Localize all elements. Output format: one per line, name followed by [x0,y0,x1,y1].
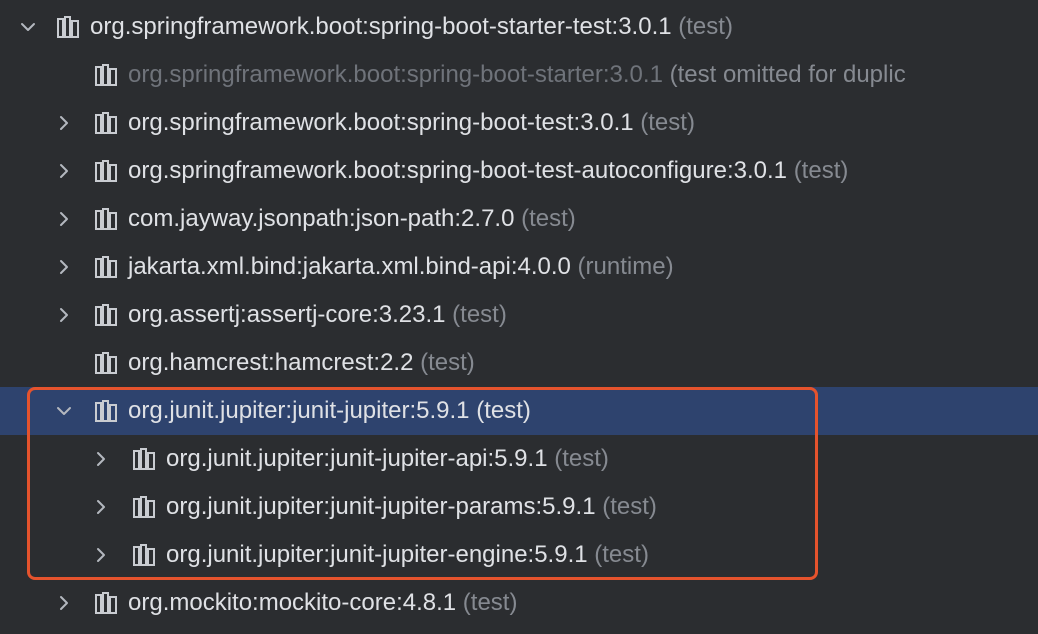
library-icon [94,111,120,135]
dependency-scope: (runtime) [577,253,674,280]
dependency-name: com.jayway.jsonpath:json-path:2.7.0 [128,205,515,232]
dependency-tree: org.springframework.boot:spring-boot-sta… [0,0,1038,634]
chevron-right-icon[interactable] [54,257,74,277]
library-icon [132,495,158,519]
dependency-name: org.assertj:assertj-core:3.23.1 [128,301,446,328]
library-icon [94,63,120,87]
tree-row-junit-jupiter[interactable]: org.junit.jupiter:junit-jupiter:5.9.1 (t… [0,387,1038,435]
tree-row-mockito-core[interactable]: org.mockito:mockito-core:4.8.1 (test) [0,579,1038,627]
tree-row-junit-jupiter-api[interactable]: org.junit.jupiter:junit-jupiter-api:5.9.… [0,435,1038,483]
tree-row-spring-boot-test[interactable]: org.springframework.boot:spring-boot-tes… [0,99,1038,147]
dependency-name: org.springframework.boot:spring-boot-tes… [128,109,634,136]
chevron-down-icon[interactable] [18,17,38,37]
dependency-name: org.junit.jupiter:junit-jupiter-params:5… [166,493,596,520]
tree-row-json-path[interactable]: com.jayway.jsonpath:json-path:2.7.0 (tes… [0,195,1038,243]
dependency-scope: (test) [678,13,733,40]
dependency-scope: (test) [793,157,849,184]
dependency-name: org.junit.jupiter:junit-jupiter-api:5.9.… [166,445,548,472]
dependency-name: org.junit.jupiter:junit-jupiter-engine:5… [166,541,588,568]
chevron-right-icon[interactable] [91,449,111,469]
dependency-name: org.junit.jupiter:junit-jupiter:5.9.1 [128,397,470,424]
library-icon [94,207,120,231]
tree-row-spring-boot-test-autoconfigure[interactable]: org.springframework.boot:spring-boot-tes… [0,147,1038,195]
library-icon [94,255,120,279]
chevron-right-icon[interactable] [54,161,74,181]
dependency-name: jakarta.xml.bind:jakarta.xml.bind-api:4.… [128,253,571,280]
dependency-scope: (test) [476,397,531,424]
tree-row-spring-boot-starter-test[interactable]: org.springframework.boot:spring-boot-sta… [0,3,1038,51]
tree-row-junit-jupiter-engine[interactable]: org.junit.jupiter:junit-jupiter-engine:5… [0,531,1038,579]
dependency-name: org.springframework.boot:spring-boot-sta… [90,13,672,40]
dependency-scope: (test omitted for duplic [669,61,906,88]
library-icon [94,399,120,423]
tree-row-spring-boot-starter[interactable]: org.springframework.boot:spring-boot-sta… [0,51,1038,99]
dependency-scope: (test) [420,349,475,376]
dependency-scope: (test) [521,205,576,232]
dependency-scope: (test) [554,445,609,472]
tree-row-junit-jupiter-params[interactable]: org.junit.jupiter:junit-jupiter-params:5… [0,483,1038,531]
library-icon [132,447,158,471]
dependency-scope: (test) [452,301,507,328]
chevron-down-icon[interactable] [54,401,74,421]
chevron-right-icon[interactable] [54,593,74,613]
dependency-name: org.springframework.boot:spring-boot-sta… [128,61,663,88]
chevron-right-icon[interactable] [54,113,74,133]
dependency-scope: (test) [594,541,649,568]
dependency-name: org.mockito:mockito-core:4.8.1 [128,589,457,616]
library-icon [94,591,120,615]
library-icon [94,351,120,375]
chevron-right-icon[interactable] [54,209,74,229]
dependency-scope: (test) [462,589,518,616]
library-icon [132,543,158,567]
chevron-right-icon[interactable] [91,497,111,517]
library-icon [94,303,120,327]
dependency-scope: (test) [602,493,657,520]
chevron-right-icon[interactable] [54,305,74,325]
tree-row-jakarta-xml-bind-api[interactable]: jakarta.xml.bind:jakarta.xml.bind-api:4.… [0,243,1038,291]
tree-row-assertj-core[interactable]: org.assertj:assertj-core:3.23.1 (test) [0,291,1038,339]
dependency-name: org.springframework.boot:spring-boot-tes… [128,157,788,184]
dependency-name: org.hamcrest:hamcrest:2.2 [128,349,414,376]
library-icon [56,15,82,39]
tree-row-hamcrest[interactable]: org.hamcrest:hamcrest:2.2 (test) [0,339,1038,387]
dependency-scope: (test) [640,109,695,136]
chevron-right-icon[interactable] [91,545,111,565]
library-icon [94,159,120,183]
